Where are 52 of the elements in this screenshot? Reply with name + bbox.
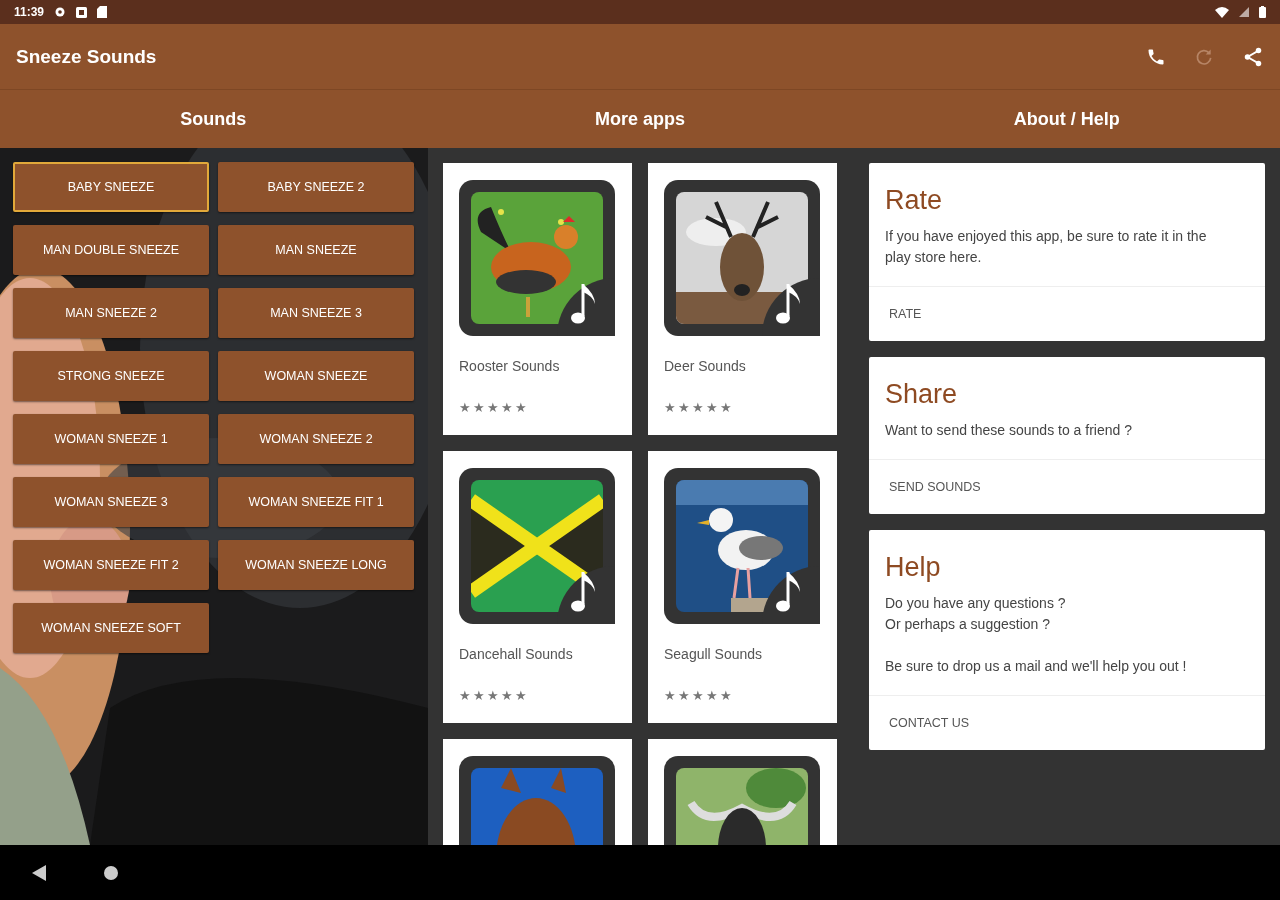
card-title: Share: [885, 379, 959, 410]
star-rating: ★★★★★: [664, 688, 733, 703]
gear-icon: [54, 6, 67, 18]
sound-button[interactable]: BABY SNEEZE 2: [218, 162, 414, 212]
card-text: Be sure to drop us a mail and we'll help you out !: [885, 657, 1188, 676]
home-icon[interactable]: [104, 865, 118, 880]
card-text: Or perhaps a suggestion ?: [885, 615, 1051, 634]
app-name: Rooster Sounds: [459, 358, 561, 374]
card-action-button[interactable]: SEND SOUNDS: [869, 459, 1265, 514]
sound-button[interactable]: WOMAN SNEEZE 3: [13, 477, 209, 527]
card-title: Help: [885, 552, 942, 583]
sound-button[interactable]: WOMAN SNEEZE FIT 1: [218, 477, 414, 527]
app-name: Seagull Sounds: [664, 646, 764, 662]
sound-button[interactable]: WOMAN SNEEZE LONG: [218, 540, 414, 590]
tab[interactable]: More apps: [426, 90, 854, 148]
battery-icon: [1259, 6, 1266, 18]
card-action-button[interactable]: CONTACT US: [869, 695, 1265, 750]
tab[interactable]: Sounds: [0, 90, 427, 148]
sound-button[interactable]: MAN SNEEZE 2: [13, 288, 209, 338]
sound-button[interactable]: BABY SNEEZE: [13, 162, 209, 212]
sound-button[interactable]: WOMAN SNEEZE SOFT: [13, 603, 209, 653]
square-icon: [76, 6, 88, 18]
sd-card-icon: [97, 6, 108, 18]
sound-button[interactable]: MAN SNEEZE 3: [218, 288, 414, 338]
app-name: Deer Sounds: [664, 358, 747, 374]
sound-button[interactable]: WOMAN SNEEZE 1: [13, 414, 209, 464]
star-rating: ★★★★★: [459, 688, 528, 703]
card-text: Want to send these sounds to a friend ?: [885, 421, 1133, 440]
sound-button[interactable]: WOMAN SNEEZE FIT 2: [13, 540, 209, 590]
sound-button[interactable]: MAN DOUBLE SNEEZE: [13, 225, 209, 275]
app-card[interactable]: Rooster Sounds ★★★★★: [443, 163, 632, 435]
sound-button[interactable]: WOMAN SNEEZE: [218, 351, 414, 401]
app-name: Dancehall Sounds: [459, 646, 574, 662]
app-card[interactable]: Seagull Sounds ★★★★★: [648, 451, 837, 723]
app-title: Sneeze Sounds: [16, 45, 158, 68]
star-rating: ★★★★★: [664, 400, 733, 415]
tab[interactable]: About / Help: [853, 90, 1280, 148]
app-card[interactable]: Deer Sounds ★★★★★: [648, 163, 837, 435]
status-time: 11:39: [14, 5, 45, 19]
card-text: Do you have any questions ?: [885, 594, 1067, 613]
signal-icon: [1239, 7, 1249, 17]
card-action-button[interactable]: RATE: [869, 286, 1265, 341]
card-text: If you have enjoyed this app, be sure to rate it in the play store here.: [885, 227, 1208, 267]
wifi-icon: [1215, 6, 1229, 18]
back-icon[interactable]: [32, 864, 46, 881]
sound-button[interactable]: STRONG SNEEZE: [13, 351, 209, 401]
app-card[interactable]: Dancehall Sounds ★★★★★: [443, 451, 632, 723]
star-rating: ★★★★★: [459, 400, 528, 415]
sound-button[interactable]: MAN SNEEZE: [218, 225, 414, 275]
sound-button[interactable]: WOMAN SNEEZE 2: [218, 414, 414, 464]
share-icon[interactable]: [1242, 45, 1264, 68]
card-title: Rate: [885, 185, 944, 216]
